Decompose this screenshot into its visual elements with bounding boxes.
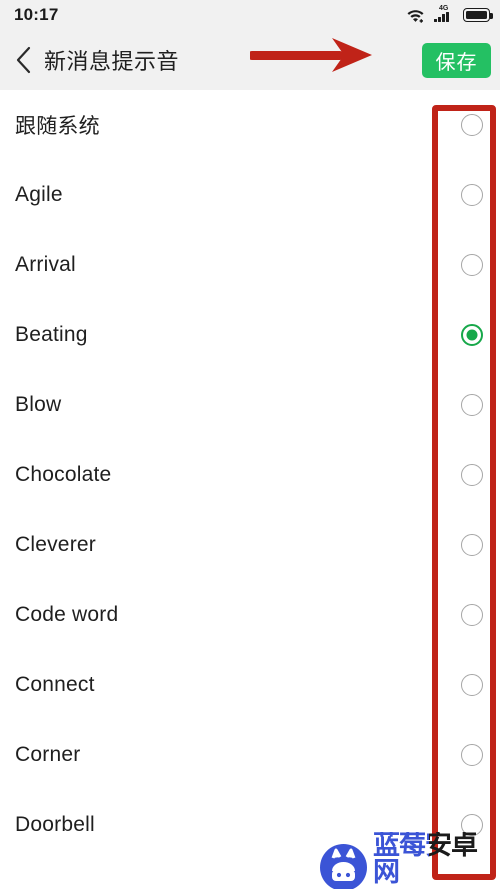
list-item[interactable]: Corner xyxy=(0,720,500,790)
list-item[interactable]: Arrival xyxy=(0,230,500,300)
back-button[interactable] xyxy=(0,30,46,90)
list-item-label: Corner xyxy=(15,743,81,766)
radio-button[interactable] xyxy=(461,184,483,206)
radio-button[interactable] xyxy=(461,394,483,416)
list-item[interactable]: Doorbell xyxy=(0,790,500,860)
chevron-left-icon xyxy=(15,46,32,74)
radio-button[interactable] xyxy=(461,604,483,626)
signal-bars-icon: 4G xyxy=(434,5,454,24)
list-item-label: Doorbell xyxy=(15,813,95,836)
list-item-label: Cleverer xyxy=(15,533,96,556)
list-item-label: Code word xyxy=(15,603,119,626)
app-header: 新消息提示音 保存 xyxy=(0,30,500,90)
battery-icon xyxy=(463,8,493,22)
page-title: 新消息提示音 xyxy=(44,49,180,74)
radio-button[interactable] xyxy=(461,744,483,766)
list-item[interactable]: Chocolate xyxy=(0,440,500,510)
list-item-label: Connect xyxy=(15,673,95,696)
radio-button-selected[interactable] xyxy=(461,324,483,346)
status-bar-icons: 4G xyxy=(406,5,493,24)
list-item-label: Chocolate xyxy=(15,463,112,486)
save-button[interactable]: 保存 xyxy=(422,43,491,78)
list-item-label: 跟随系统 xyxy=(15,115,100,138)
radio-button[interactable] xyxy=(461,254,483,276)
status-bar: 10:17 4G xyxy=(0,0,500,30)
list-item-label: Arrival xyxy=(15,253,76,276)
radio-button[interactable] xyxy=(461,814,483,836)
ringtone-list[interactable]: 跟随系统 Agile Arrival Beating Blow Chocolate Clev… xyxy=(0,90,500,889)
list-item[interactable]: Code word xyxy=(0,580,500,650)
list-item[interactable]: Blow xyxy=(0,370,500,440)
phone-screen: 10:17 4G 新消息提示音 保存 跟随系统 Agile Arrival Be… xyxy=(0,0,500,889)
status-bar-clock: 10:17 xyxy=(14,5,59,24)
radio-button[interactable] xyxy=(461,464,483,486)
list-item-label: Agile xyxy=(15,183,63,206)
list-item-label: Beating xyxy=(15,323,88,346)
list-item[interactable]: Agile xyxy=(0,160,500,230)
list-item[interactable]: Cleverer xyxy=(0,510,500,580)
wifi-icon xyxy=(406,7,425,23)
radio-button[interactable] xyxy=(461,534,483,556)
radio-button[interactable] xyxy=(461,674,483,696)
list-item-label: Blow xyxy=(15,393,62,416)
list-item[interactable]: 跟随系统 xyxy=(0,90,500,160)
radio-button[interactable] xyxy=(461,114,483,136)
signal-bars xyxy=(434,11,449,22)
list-item[interactable]: Connect xyxy=(0,650,500,720)
list-item[interactable]: Beating xyxy=(0,300,500,370)
